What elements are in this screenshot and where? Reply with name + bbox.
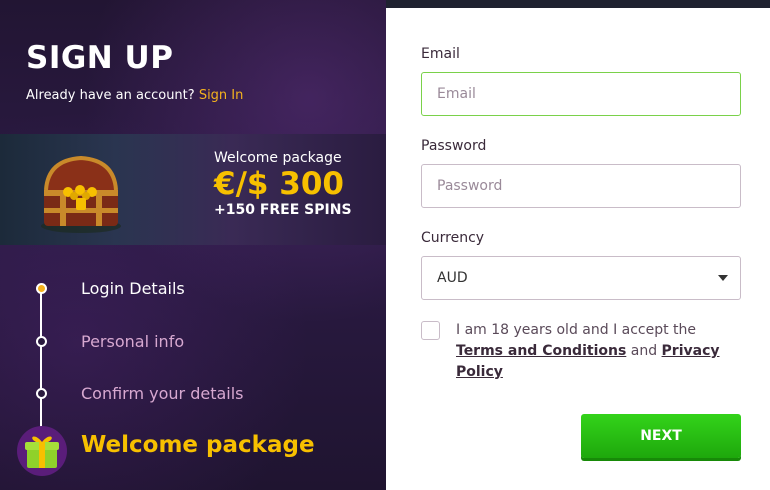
step-dot-active <box>36 283 47 294</box>
currency-select[interactable]: AUD <box>421 256 741 300</box>
step-confirm-details: Confirm your details <box>36 384 244 403</box>
signup-header: SIGN UP Already have an account? Sign In <box>26 40 243 103</box>
email-field[interactable] <box>421 72 741 116</box>
page-title: SIGN UP <box>26 40 174 76</box>
currency-label: Currency <box>421 230 485 246</box>
step-label: Confirm your details <box>81 384 244 403</box>
currency-value: AUD <box>437 270 468 286</box>
signin-link[interactable]: Sign In <box>199 88 244 103</box>
treasure-chest-icon <box>41 155 121 233</box>
step-label: Personal info <box>81 332 185 351</box>
welcome-package-label: Welcome package <box>81 432 315 458</box>
terms-prefix: I am 18 years old and I accept the <box>456 322 697 338</box>
next-button[interactable]: NEXT <box>581 414 741 458</box>
promo-banner: Welcome package €/$ 300 +150 FREE SPINS <box>0 134 386 245</box>
already-account-label: Already have an account? <box>26 88 195 103</box>
terms-link[interactable]: Terms and Conditions <box>456 343 626 359</box>
promo-amount: €/$ 300 <box>214 166 344 202</box>
chevron-down-icon <box>718 275 728 281</box>
signup-left-panel: SIGN UP Already have an account? Sign In… <box>0 0 386 490</box>
top-strip <box>386 0 770 8</box>
password-field[interactable] <box>421 164 741 208</box>
step-personal-info: Personal info <box>36 332 184 351</box>
terms-and: and <box>630 343 658 359</box>
step-dot <box>36 336 47 347</box>
steps-connector-line <box>40 286 42 436</box>
terms-text: I am 18 years old and I accept the Terms… <box>456 320 741 383</box>
step-login-details: Login Details <box>36 279 185 298</box>
password-label: Password <box>421 138 487 154</box>
step-dot <box>36 388 47 399</box>
terms-checkbox[interactable] <box>421 321 440 340</box>
promo-text: Welcome package €/$ 300 +150 FREE SPINS <box>214 150 352 218</box>
already-account-text: Already have an account? Sign In <box>26 88 243 103</box>
step-label: Login Details <box>81 279 185 298</box>
promo-label: Welcome package <box>214 150 342 166</box>
email-label: Email <box>421 46 460 62</box>
promo-spins: +150 FREE SPINS <box>214 202 352 218</box>
gift-icon <box>17 426 67 476</box>
signup-form-panel: Email Password Currency AUD I am 18 year… <box>386 8 770 490</box>
